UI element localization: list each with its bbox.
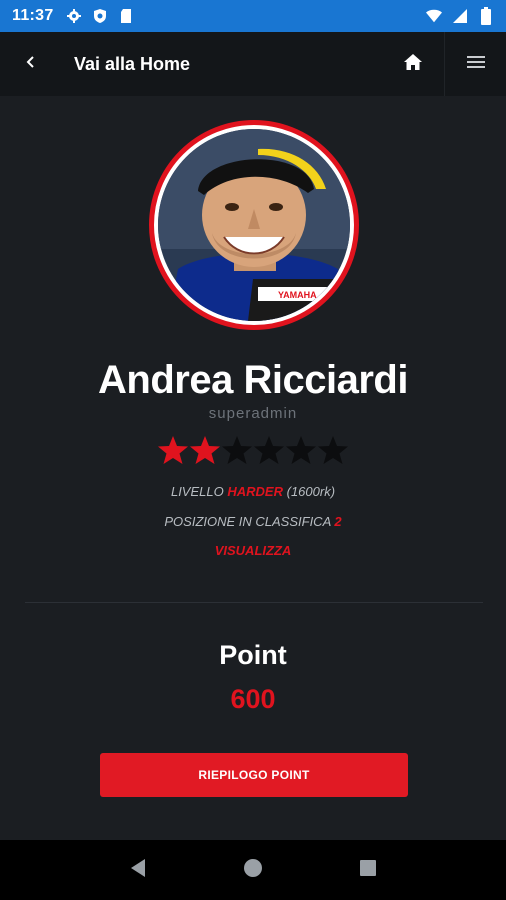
sd-card-icon xyxy=(118,8,134,24)
star-filled-icon xyxy=(158,436,188,464)
app-header: Vai alla Home xyxy=(0,32,506,96)
header-title[interactable]: Vai alla Home xyxy=(74,54,190,75)
status-time: 11:37 xyxy=(12,7,54,24)
star-empty-icon xyxy=(254,436,284,464)
level-value: HARDER xyxy=(227,484,283,499)
star-empty-icon xyxy=(286,436,316,464)
level-suffix: (1600rk) xyxy=(286,484,336,499)
recents-square-icon xyxy=(359,859,377,882)
home-circle-icon xyxy=(243,858,263,883)
nav-home-button[interactable] xyxy=(233,850,273,890)
view-link[interactable]: VISUALIZZA xyxy=(0,543,506,558)
status-bar: 11:37 xyxy=(0,0,506,32)
level-line: LIVELLO HARDER (1600rk) xyxy=(0,484,506,499)
nav-recents-button[interactable] xyxy=(348,850,388,890)
shield-icon xyxy=(92,8,108,24)
signal-icon xyxy=(452,8,468,24)
profile-role: superadmin xyxy=(208,405,298,422)
level-prefix: LIVELLO xyxy=(170,484,224,499)
back-triangle-icon xyxy=(129,858,147,883)
rating-stars xyxy=(157,434,349,466)
rank-prefix: POSIZIONE IN CLASSIFICA xyxy=(164,514,331,529)
star-filled-icon xyxy=(190,436,220,464)
avatar: YAMAHA xyxy=(158,129,350,321)
hamburger-menu-icon xyxy=(466,54,486,75)
gear-icon xyxy=(66,8,82,24)
nav-back-button[interactable] xyxy=(118,850,158,890)
profile-name: Andrea Ricciardi xyxy=(98,358,408,402)
home-icon xyxy=(403,53,423,76)
star-empty-icon xyxy=(222,436,252,464)
rank-line: POSIZIONE IN CLASSIFICA 2 xyxy=(0,514,506,529)
system-nav-bar xyxy=(0,840,506,900)
points-summary-button[interactable]: RIEPILOGO POINT xyxy=(100,753,408,797)
svg-text:YAMAHA: YAMAHA xyxy=(278,290,317,300)
battery-icon xyxy=(478,7,494,25)
avatar-frame: YAMAHA xyxy=(149,120,359,330)
divider xyxy=(25,602,483,603)
rank-value: 2 xyxy=(334,514,342,529)
points-value: 600 xyxy=(230,684,276,714)
home-button[interactable] xyxy=(382,32,444,96)
profile-screen: YAMAHA Andrea Ricciardi superadmin LIVEL… xyxy=(0,96,506,840)
back-button[interactable] xyxy=(0,32,62,96)
chevron-left-icon xyxy=(25,55,37,74)
star-empty-icon xyxy=(318,436,348,464)
wifi-icon xyxy=(426,8,442,24)
points-label: Point xyxy=(219,640,287,670)
menu-button[interactable] xyxy=(444,32,506,96)
